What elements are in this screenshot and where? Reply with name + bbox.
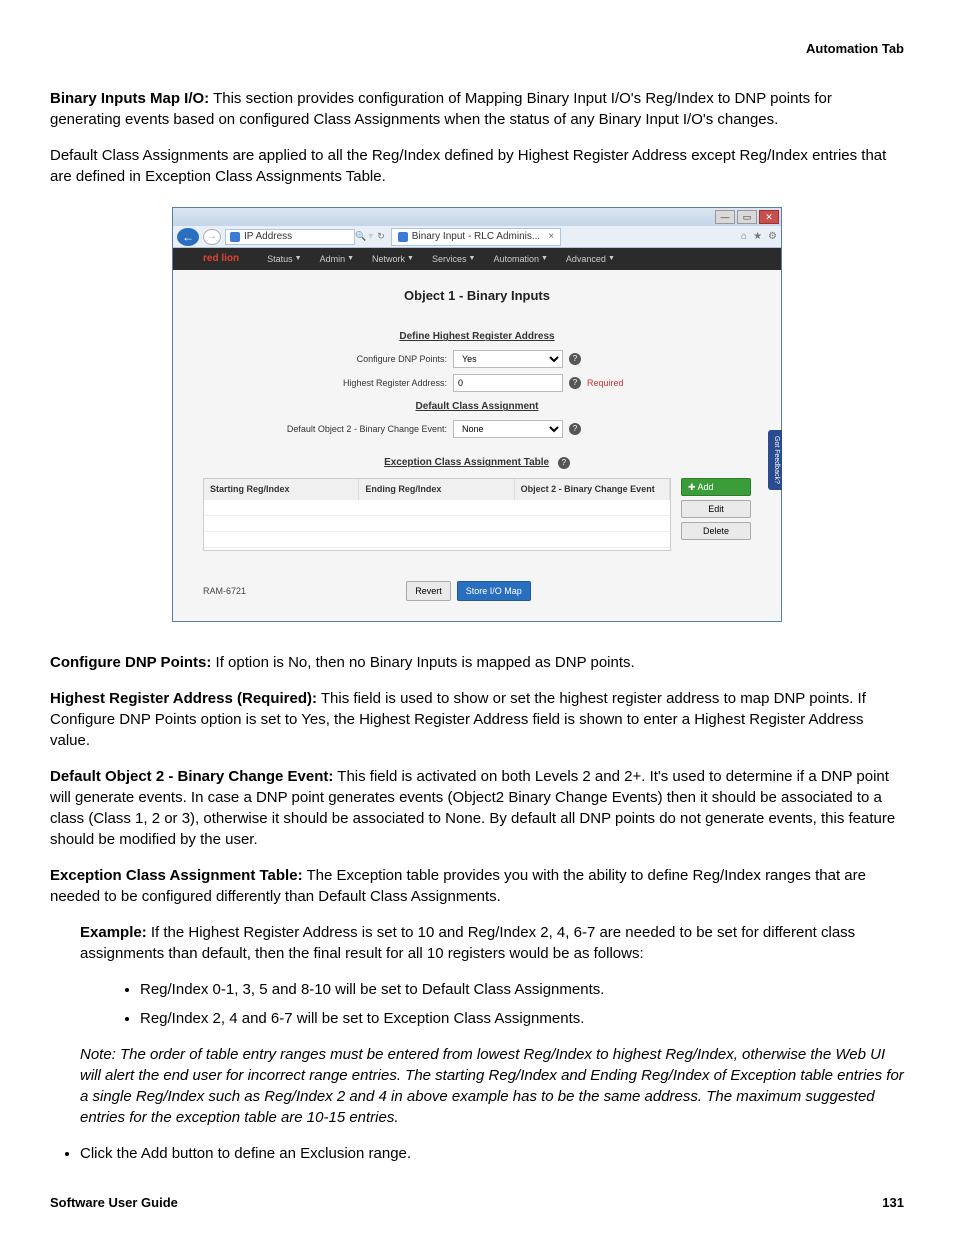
example-bullet-list: Reg/Index 0-1, 3, 5 and 8-10 will be set… xyxy=(120,979,904,1029)
window-maximize-button[interactable]: ▭ xyxy=(737,210,757,224)
url-field[interactable]: IP Address xyxy=(225,229,355,245)
nav-status[interactable]: Status▼ xyxy=(267,253,301,266)
paragraph-hra: Highest Register Address (Required): Thi… xyxy=(50,688,904,751)
label-cfg-dnp: Configure DNP Points: xyxy=(50,654,211,671)
label-hra: Highest Register Address (Required): xyxy=(50,690,317,707)
store-io-map-button[interactable]: Store I/O Map xyxy=(457,581,531,601)
tools-icon[interactable]: ⚙ xyxy=(768,230,777,244)
input-highest-register[interactable] xyxy=(453,374,563,392)
paragraph-default-class: Default Class Assignments are applied to… xyxy=(50,145,904,187)
list-item: Reg/Index 2, 4 and 6-7 will be set to Ex… xyxy=(140,1008,904,1029)
brand-logo: red lion xyxy=(203,252,239,266)
paragraph-binary-inputs-map: Binary Inputs Map I/O: This section prov… xyxy=(50,88,904,130)
paragraph-configure-dnp: Configure DNP Points: If option is No, t… xyxy=(50,652,904,673)
nav-services[interactable]: Services▼ xyxy=(432,253,475,266)
action-bullet-list: Click the Add button to define an Exclus… xyxy=(50,1143,904,1164)
text-example: If the Highest Register Address is set t… xyxy=(80,924,855,962)
footer-page-number: 131 xyxy=(882,1194,904,1212)
nav-network[interactable]: Network▼ xyxy=(372,253,414,266)
back-button[interactable]: ← xyxy=(177,228,199,246)
tab-close-icon[interactable]: × xyxy=(548,230,554,244)
label-dce: Default Object 2 - Binary Change Event: xyxy=(50,768,333,785)
tab-title: Binary Input - RLC Adminis... xyxy=(412,230,540,244)
section-define-hra: Define Highest Register Address xyxy=(203,330,751,344)
select-default-change-event[interactable]: None xyxy=(453,420,563,438)
row-configure-dnp: Configure DNP Points: Yes ? xyxy=(203,350,751,368)
add-button[interactable]: ✚ Add xyxy=(681,478,751,496)
help-icon[interactable]: ? xyxy=(558,457,570,469)
paragraph-ect: Exception Class Assignment Table: The Ex… xyxy=(50,865,904,907)
table-row[interactable] xyxy=(204,500,670,516)
section-default-class: Default Class Assignment xyxy=(203,400,751,414)
col-starting-reg: Starting Reg/Index xyxy=(204,479,359,500)
label-configure-dnp: Configure DNP Points: xyxy=(203,353,453,366)
search-icon[interactable]: 🔍 xyxy=(355,230,366,243)
search-refresh-group: 🔍 ▾ ↻ xyxy=(355,230,385,244)
label-binary-inputs-map: Binary Inputs Map I/O: xyxy=(50,90,209,107)
label-ect: Exception Class Assignment Table: xyxy=(50,867,303,884)
help-icon[interactable]: ? xyxy=(569,353,581,365)
table-row[interactable] xyxy=(204,516,670,532)
delete-button[interactable]: Delete xyxy=(681,522,751,540)
list-item: Reg/Index 0-1, 3, 5 and 8-10 will be set… xyxy=(140,979,904,1000)
exception-table-title: Exception Class Assignment Table xyxy=(384,457,549,468)
device-label: RAM-6721 xyxy=(203,585,246,598)
select-configure-dnp[interactable]: Yes xyxy=(453,350,563,368)
table-body[interactable] xyxy=(204,500,670,550)
edit-button[interactable]: Edit xyxy=(681,500,751,518)
favorites-icon[interactable]: ★ xyxy=(753,230,762,244)
list-item: Click the Add button to define an Exclus… xyxy=(80,1143,904,1164)
exception-table: Starting Reg/Index Ending Reg/Index Obje… xyxy=(203,478,671,551)
section-exception-table: Exception Class Assignment Table ? xyxy=(203,456,751,470)
ie-icon xyxy=(230,232,240,242)
paragraph-example: Example: If the Highest Register Address… xyxy=(80,922,904,964)
page-header-section: Automation Tab xyxy=(50,40,904,58)
revert-button[interactable]: Revert xyxy=(406,581,451,601)
label-default-change-event: Default Object 2 - Binary Change Event: xyxy=(203,423,453,436)
col-ending-reg: Ending Reg/Index xyxy=(359,479,514,500)
table-row[interactable] xyxy=(204,532,670,548)
app-nav-bar: red lion Status▼ Admin▼ Network▼ Service… xyxy=(173,248,781,270)
window-close-button[interactable]: ✕ xyxy=(759,210,779,224)
help-icon[interactable]: ? xyxy=(569,377,581,389)
label-highest-register: Highest Register Address: xyxy=(203,377,453,390)
nav-automation[interactable]: Automation▼ xyxy=(493,253,547,266)
row-default-change-event: Default Object 2 - Binary Change Event: … xyxy=(203,420,751,438)
window-titlebar: — ▭ ✕ xyxy=(173,208,781,226)
browser-tab[interactable]: Binary Input - RLC Adminis... × xyxy=(391,228,561,246)
col-change-event: Object 2 - Binary Change Event xyxy=(515,479,670,500)
nav-advanced[interactable]: Advanced▼ xyxy=(566,253,615,266)
paragraph-note: Note: The order of table entry ranges mu… xyxy=(80,1044,904,1128)
help-icon[interactable]: ? xyxy=(569,423,581,435)
home-icon[interactable]: ⌂ xyxy=(741,230,747,244)
url-text: IP Address xyxy=(244,230,292,244)
page-title: Object 1 - Binary Inputs xyxy=(203,287,751,305)
page-footer: Software User Guide 131 xyxy=(50,1194,904,1212)
footer-left: Software User Guide xyxy=(50,1194,178,1212)
embedded-screenshot: — ▭ ✕ ← → IP Address 🔍 ▾ ↻ Binary Input … xyxy=(172,207,782,622)
required-badge: Required xyxy=(587,377,624,390)
text-cfg-dnp: If option is No, then no Binary Inputs i… xyxy=(211,654,634,671)
window-minimize-button[interactable]: — xyxy=(715,210,735,224)
paragraph-dce: Default Object 2 - Binary Change Event: … xyxy=(50,766,904,850)
tab-favicon xyxy=(398,232,408,242)
refresh-icon[interactable]: ↻ xyxy=(377,230,385,243)
feedback-tab[interactable]: Got Feedback? xyxy=(768,430,782,490)
forward-button[interactable]: → xyxy=(203,229,221,245)
label-example: Example: xyxy=(80,924,147,941)
browser-address-bar: ← → IP Address 🔍 ▾ ↻ Binary Input - RLC … xyxy=(173,226,781,248)
nav-admin[interactable]: Admin▼ xyxy=(320,253,354,266)
row-highest-register: Highest Register Address: ? Required xyxy=(203,374,751,392)
